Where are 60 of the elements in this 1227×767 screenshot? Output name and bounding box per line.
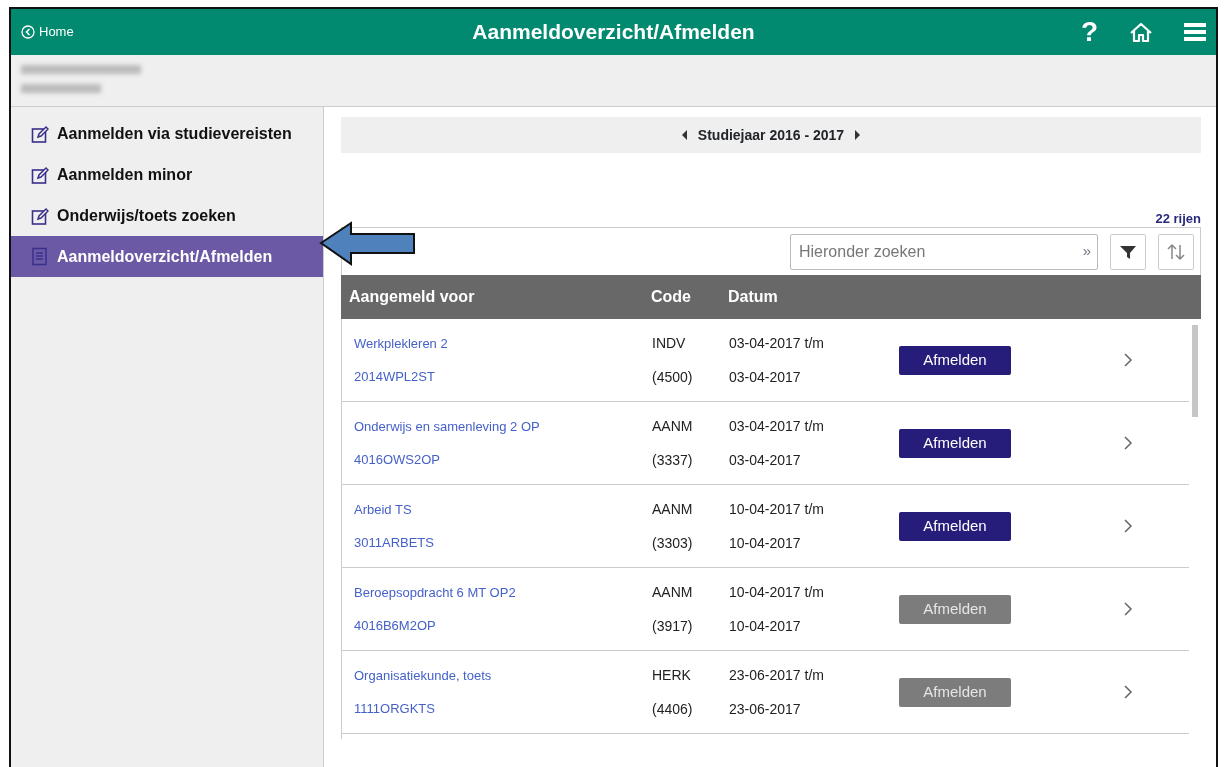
- back-circle-icon: [21, 25, 35, 39]
- registration-number: (3337): [652, 450, 694, 470]
- menu-icon[interactable]: [1184, 21, 1206, 43]
- registration-number: (4406): [652, 699, 694, 719]
- start-date: 03-04-2017 t/m: [729, 333, 825, 353]
- course-name-link[interactable]: Onderwijs en samenleving 2 OP: [354, 417, 652, 437]
- chevron-right-icon[interactable]: [1124, 685, 1133, 699]
- home-icon[interactable]: [1128, 20, 1154, 44]
- start-date: 10-04-2017 t/m: [729, 582, 825, 602]
- deregister-button[interactable]: Afmelden: [899, 428, 1011, 458]
- sidebar-item[interactable]: Onderwijs/toets zoeken: [11, 195, 323, 236]
- course-name-link[interactable]: Arbeid TS: [354, 500, 652, 520]
- registration-type: INDV: [652, 333, 687, 353]
- deregister-button[interactable]: Afmelden: [899, 345, 1011, 375]
- registration-number: (3917): [652, 616, 694, 636]
- course-code-link[interactable]: 2014WPL2ST: [354, 366, 652, 386]
- filter-button[interactable]: [1110, 233, 1146, 270]
- row-count: 22 rijen: [1154, 210, 1201, 227]
- registration-type: AANM: [652, 416, 694, 436]
- course-code-link[interactable]: 4016OWS2OP: [354, 449, 652, 469]
- course-name-link[interactable]: Werkplekleren 2: [354, 334, 652, 354]
- end-date: 23-06-2017: [729, 699, 802, 719]
- start-date: 10-04-2017 t/m: [729, 499, 825, 519]
- end-date: 03-04-2017: [729, 450, 802, 470]
- edit-icon: [31, 206, 49, 225]
- chevron-right-icon[interactable]: [1124, 602, 1133, 616]
- chevron-right-icon[interactable]: [1124, 519, 1133, 533]
- back-link[interactable]: Home: [21, 22, 74, 42]
- edit-icon: [31, 124, 49, 143]
- help-button[interactable]: ?: [1080, 11, 1098, 53]
- sidebar-item[interactable]: Aanmeldoverzicht/Afmelden: [11, 236, 323, 277]
- end-date: 10-04-2017: [729, 533, 802, 553]
- registration-type: AANM: [652, 582, 694, 602]
- column-header: Code: [651, 287, 692, 307]
- chevron-right-icon[interactable]: [1124, 436, 1133, 450]
- search-field[interactable]: Hieronder zoeken »: [790, 233, 1098, 270]
- sort-icon: [1167, 242, 1185, 261]
- deregister-button[interactable]: Afmelden: [899, 511, 1011, 541]
- course-code-link[interactable]: 3011ARBETS: [354, 532, 652, 552]
- edit-icon: [31, 165, 49, 184]
- registration-type: HERK: [652, 665, 692, 685]
- search-submit-button[interactable]: »: [1082, 240, 1091, 263]
- chevron-right-icon[interactable]: [1124, 353, 1133, 367]
- registration-number: (4500): [652, 367, 694, 387]
- end-date: 03-04-2017: [729, 367, 802, 387]
- next-year-icon[interactable]: [854, 129, 863, 141]
- start-date: 23-06-2017 t/m: [729, 665, 825, 685]
- end-date: 10-04-2017: [729, 616, 802, 636]
- registration-number: (3303): [652, 533, 694, 553]
- list-icon: [31, 247, 49, 266]
- start-date: 03-04-2017 t/m: [729, 416, 825, 436]
- registration-type: AANM: [652, 499, 694, 519]
- page-title: Aanmeldoverzicht/Afmelden: [472, 20, 755, 44]
- sidebar-item[interactable]: Aanmelden minor: [11, 154, 323, 195]
- sidebar-item[interactable]: Aanmelden via studievereisten: [11, 113, 323, 154]
- column-header: Datum: [728, 287, 779, 307]
- column-header: Aangemeld voor: [348, 287, 476, 307]
- filter-icon: [1119, 243, 1137, 260]
- scrollbar-thumb[interactable]: [1192, 325, 1198, 417]
- year-label: Studiejaar 2016 - 2017: [697, 125, 845, 145]
